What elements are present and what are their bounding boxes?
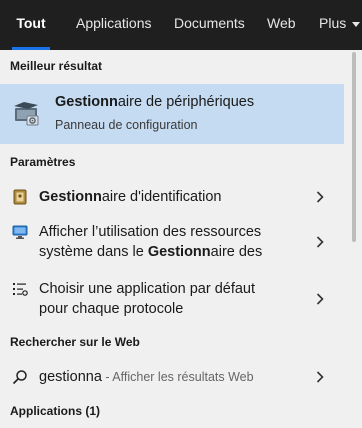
- chevron-right-icon[interactable]: [316, 236, 324, 248]
- setting-item-label-line2-rest: aire des: [210, 244, 263, 260]
- web-search-suggestion[interactable]: gestionna - Afficher les résultats Web: [0, 363, 344, 391]
- best-match-title-rest: aire de périphériques: [117, 94, 255, 110]
- tab-more-label: Plus: [319, 15, 347, 31]
- setting-item-label: Gestionnaire d'identification: [39, 187, 222, 207]
- chevron-down-icon: [352, 21, 361, 27]
- web-search-query: gestionna: [39, 369, 102, 385]
- setting-item-label-line2: système dans le Gestionnaire des: [39, 242, 262, 262]
- chevron-right-icon[interactable]: [316, 191, 324, 203]
- best-match-result[interactable]: Gestionnaire de périphériques Panneau de…: [0, 84, 344, 144]
- tab-web-label: Web: [267, 15, 296, 31]
- setting-item-label-line1: Afficher l’utilisation des ressources: [39, 224, 262, 240]
- web-search-hint: - Afficher les résultats Web: [101, 370, 254, 384]
- search-icon: [12, 370, 27, 385]
- web-search-text: gestionna - Afficher les résultats Web: [39, 367, 254, 387]
- chevron-right-icon[interactable]: [316, 293, 324, 305]
- tab-documents-label: Documents: [174, 15, 245, 31]
- list-settings-icon: [13, 283, 28, 296]
- setting-item-default-apps-protocol[interactable]: Choisir une application par défaut pour …: [0, 277, 344, 321]
- monitor-icon: [12, 225, 28, 239]
- setting-item-resource-usage[interactable]: Afficher l’utilisation des ressources sy…: [0, 220, 344, 264]
- scrollbar-thumb[interactable]: [352, 52, 356, 242]
- best-match-title-match: Gestionn: [55, 94, 118, 110]
- search-filter-tabs: Tout Applications Documents Web Plus: [0, 0, 362, 50]
- tab-documents[interactable]: Documents: [174, 0, 245, 50]
- setting-item-label-line2-match: Gestionn: [147, 244, 211, 260]
- setting-item-label-line2: pour chaque protocole: [39, 301, 184, 317]
- active-tab-indicator: [12, 47, 50, 50]
- applications-header: Applications (1): [10, 404, 101, 418]
- tab-web[interactable]: Web: [267, 0, 296, 50]
- settings-header: Paramètres: [10, 155, 76, 169]
- tab-all-label: Tout: [16, 15, 46, 31]
- credential-manager-icon: [13, 189, 27, 205]
- setting-item-label-match: Gestionn: [39, 189, 102, 205]
- tab-all[interactable]: Tout: [12, 0, 50, 50]
- setting-item-label-line1: Choisir une application par défaut: [39, 281, 256, 297]
- web-search-header: Rechercher sur le Web: [10, 335, 140, 349]
- best-match-title: Gestionnaire de périphériques: [55, 94, 254, 110]
- tab-more[interactable]: Plus: [319, 0, 361, 50]
- setting-item-label-rest: aire d'identification: [101, 189, 222, 205]
- best-match-subtitle: Panneau de configuration: [55, 118, 198, 132]
- setting-item-label-line2-pre: système dans le: [39, 244, 148, 260]
- chevron-right-icon[interactable]: [316, 371, 324, 383]
- device-manager-icon: [14, 102, 39, 126]
- tab-applications[interactable]: Applications: [76, 0, 152, 50]
- setting-item-credential-manager[interactable]: Gestionnaire d'identification: [0, 182, 344, 212]
- tab-applications-label: Applications: [76, 15, 152, 31]
- best-match-header: Meilleur résultat: [10, 59, 103, 73]
